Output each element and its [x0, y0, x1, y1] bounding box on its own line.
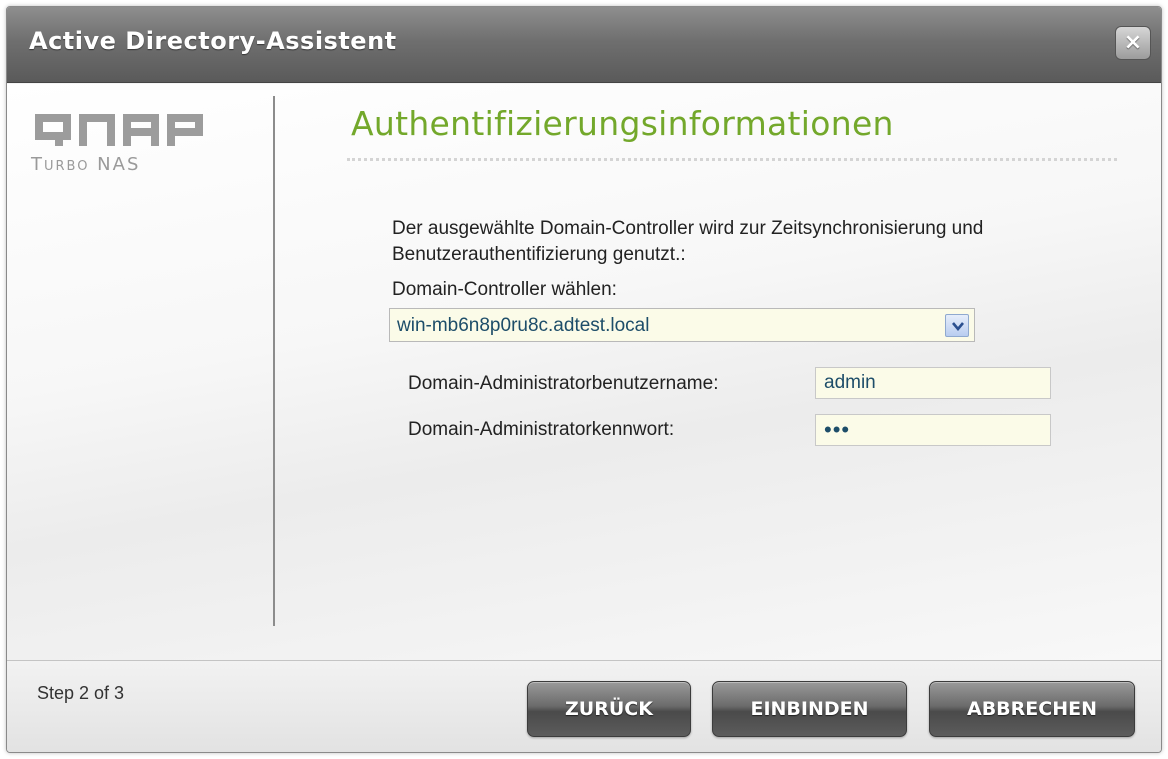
back-button[interactable]: ZURÜCK: [527, 681, 691, 737]
admin-password-label: Domain-Administratorkennwort:: [408, 419, 675, 440]
domain-controller-label: Domain-Controller wählen:: [392, 279, 617, 300]
admin-password-input[interactable]: [815, 414, 1051, 446]
step-indicator: Step 2 of 3: [37, 683, 125, 703]
close-icon: ×: [1123, 30, 1143, 55]
domain-controller-value: win-mb6n8p0ru8c.adtest.local: [397, 315, 650, 336]
title-bar: Active Directory-Assistent ×: [7, 7, 1161, 83]
admin-username-label: Domain-Administratorbenutzername:: [408, 373, 719, 394]
qnap-logo: [31, 110, 221, 150]
join-button[interactable]: EINBINDEN: [712, 681, 907, 737]
logo-subtitle: Turbo NAS: [31, 154, 141, 175]
wizard-window: Active Directory-Assistent × Turbo NAS A…: [6, 6, 1162, 753]
admin-username-input[interactable]: [815, 367, 1051, 399]
description-text: Der ausgewählte Domain-Controller wird z…: [392, 218, 984, 265]
sidebar-divider: [273, 96, 275, 626]
close-button[interactable]: ×: [1115, 26, 1151, 60]
domain-controller-select[interactable]: win-mb6n8p0ru8c.adtest.local: [389, 308, 975, 342]
chevron-down-icon: [952, 322, 964, 331]
qnap-logo-graphic: [35, 114, 203, 146]
heading-divider: [347, 158, 1117, 161]
wizard-footer: Step 2 of 3 ZURÜCK EINBINDEN ABBRECHEN: [7, 660, 1161, 752]
dropdown-button[interactable]: [945, 314, 969, 337]
window-title: Active Directory-Assistent: [29, 27, 397, 55]
wizard-content: Turbo NAS Authentifizierungsinformatione…: [7, 84, 1161, 660]
page-heading: Authentifizierungsinformationen: [351, 104, 894, 143]
cancel-button[interactable]: ABBRECHEN: [929, 681, 1135, 737]
